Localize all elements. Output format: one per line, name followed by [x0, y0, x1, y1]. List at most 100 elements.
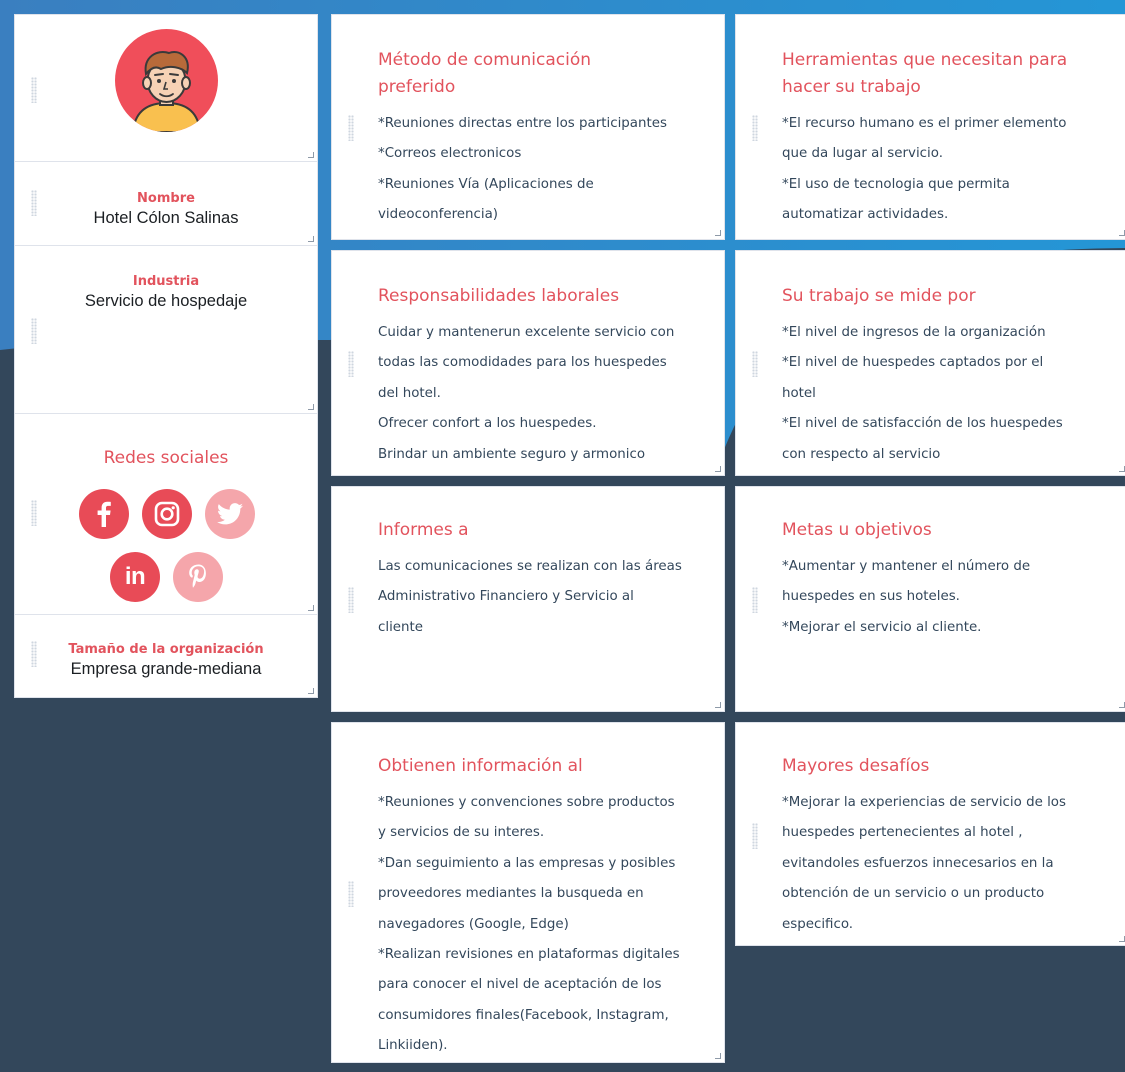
list-item: *Reuniones directas entre los participan… [378, 116, 667, 131]
name-value: Hotel Cólon Salinas [93, 209, 239, 227]
org-size-label: Tamaño de la organización [68, 642, 264, 657]
industry-value: Servicio de hospedaje [84, 292, 248, 310]
card-body: Las comunicaciones se realizan con las á… [378, 552, 710, 643]
card-body: *Mejorar la experiencias de servicio de … [782, 788, 1114, 940]
avatar-section [15, 15, 317, 162]
list-item: Ofrecer confort a los huespedes. [378, 416, 597, 432]
social-title: Redes sociales [103, 448, 229, 468]
card-title: Informes a [378, 520, 469, 540]
list-item: *El uso de tecnologia que permita [782, 176, 1010, 192]
org-size-value: Empresa grande-mediana [70, 660, 262, 678]
list-item: obtención de un servicio o un producto [782, 886, 1045, 902]
resize-handle[interactable] [308, 605, 314, 611]
card-informes: Informes a Las comunicaciones se realiza… [331, 486, 725, 712]
card-comunicacion: Método de comunicación preferido *Reunio… [331, 14, 725, 240]
list-item: *Reuniones Vía (Aplicaciones de [378, 176, 594, 192]
drag-handle[interactable] [752, 823, 758, 849]
list-item: Cuidar y mantenerun excelente servicio c… [378, 325, 675, 340]
list-item: para conocer el nivel de aceptación de l… [378, 977, 662, 993]
avatar [115, 29, 218, 132]
linkedin-icon[interactable]: in [110, 552, 160, 602]
list-item: del hotel. [378, 385, 441, 401]
list-item: con respecto al servicio [782, 446, 941, 462]
card-title: Responsabilidades laborales [378, 286, 620, 306]
list-item: *El nivel de ingresos de la organización [782, 325, 1046, 340]
drag-handle[interactable] [31, 318, 37, 344]
list-item: Las comunicaciones se realizan con las á… [378, 559, 682, 574]
resize-handle[interactable] [308, 236, 314, 242]
name-section: Nombre Hotel Cólon Salinas [15, 162, 317, 246]
list-item: hotel [782, 385, 816, 401]
card-title: Metas u objetivos [782, 520, 932, 540]
card-responsabilidades: Responsabilidades laborales Cuidar y man… [331, 250, 725, 476]
list-item: consumidores finales(Facebook, Instagram… [378, 1007, 669, 1023]
card-title: Su trabajo se mide por [782, 286, 976, 306]
card-title: Herramientas que necesitan para hacer su… [782, 50, 1068, 97]
list-item: *El nivel de satisfacción de los huesped… [782, 416, 1063, 432]
list-item: *Dan seguimiento a las empresas y posibl… [378, 855, 676, 871]
list-item: y servicios de su interes. [378, 825, 545, 841]
resize-handle[interactable] [715, 230, 721, 236]
drag-handle[interactable] [31, 500, 37, 526]
card-body: Cuidar y mantenerun excelente servicio c… [378, 318, 710, 470]
industry-label: Industria [132, 274, 200, 289]
list-item: *Reuniones y convenciones sobre producto… [378, 795, 675, 810]
social-section: Redes sociales in [15, 414, 317, 615]
card-body: *Aumentar y mantener el número de huespe… [782, 552, 1114, 643]
list-item: automatizar actividades. [782, 207, 949, 223]
drag-handle[interactable] [752, 115, 758, 141]
resize-handle[interactable] [715, 1053, 721, 1059]
list-item: *El recurso humano es el primer elemento [782, 116, 1067, 131]
resize-handle[interactable] [1119, 230, 1125, 236]
resize-handle[interactable] [1119, 702, 1125, 708]
industry-section: Industria Servicio de hospedaje [15, 246, 317, 414]
name-label: Nombre [137, 191, 195, 206]
list-item: que da lugar al servicio. [782, 146, 943, 162]
resize-handle[interactable] [308, 688, 314, 694]
card-herramientas: Herramientas que necesitan para hacer su… [735, 14, 1125, 240]
card-mide: Su trabajo se mide por *El nivel de ingr… [735, 250, 1125, 476]
list-item: evitandoles esfuerzos innecesarios en la [782, 855, 1054, 871]
list-item: huespedes pertenecientes al hotel , [782, 825, 1023, 841]
card-metas: Metas u objetivos *Aumentar y mantener e… [735, 486, 1125, 712]
list-item: especifico. [782, 916, 854, 932]
resize-handle[interactable] [1119, 466, 1125, 472]
drag-handle[interactable] [348, 351, 354, 377]
instagram-icon[interactable] [142, 489, 192, 539]
list-item: videoconferencia) [378, 207, 499, 223]
list-item: navegadores (Google, Edge) [378, 916, 569, 932]
list-item: Administrativo Financiero y Servicio al [378, 589, 634, 605]
drag-handle[interactable] [348, 115, 354, 141]
card-body: *El recurso humano es el primer elemento… [782, 109, 1114, 231]
list-item: *Aumentar y mantener el número de [782, 559, 1031, 574]
profile-card: Nombre Hotel Cólon Salinas Industria Ser… [14, 14, 318, 698]
facebook-icon[interactable] [79, 489, 129, 539]
drag-handle[interactable] [31, 77, 37, 103]
resize-handle[interactable] [715, 466, 721, 472]
resize-handle[interactable] [715, 702, 721, 708]
list-item: todas las comodidades para los huespedes [378, 355, 667, 371]
card-title: Método de comunicación preferido [378, 50, 592, 97]
list-item: huespedes en sus hoteles. [782, 589, 960, 605]
list-item: cliente [378, 619, 424, 635]
list-item: *Realizan revisiones en plataformas digi… [378, 947, 680, 963]
card-desafios: Mayores desafíos *Mejorar la experiencia… [735, 722, 1125, 946]
list-item: Brindar un ambiente seguro y armonico [378, 446, 646, 462]
card-informacion: Obtienen información al *Reuniones y con… [331, 722, 725, 1063]
card-title: Obtienen información al [378, 756, 583, 776]
drag-handle[interactable] [348, 587, 354, 613]
resize-handle[interactable] [308, 152, 314, 158]
card-body: *Reuniones y convenciones sobre producto… [378, 788, 710, 1062]
list-item: *Mejorar el servicio al cliente. [782, 619, 982, 635]
twitter-icon[interactable] [205, 489, 255, 539]
card-body: *Reuniones directas entre los participan… [378, 109, 710, 231]
list-item: *Correos electronicos [378, 146, 522, 162]
drag-handle[interactable] [752, 351, 758, 377]
drag-handle[interactable] [752, 587, 758, 613]
resize-handle[interactable] [1119, 936, 1125, 942]
resize-handle[interactable] [308, 404, 314, 410]
list-item: Linkiiden). [378, 1038, 448, 1054]
drag-handle[interactable] [348, 881, 354, 907]
list-item: *Mejorar la experiencias de servicio de … [782, 795, 1066, 810]
pinterest-icon[interactable] [173, 552, 223, 602]
